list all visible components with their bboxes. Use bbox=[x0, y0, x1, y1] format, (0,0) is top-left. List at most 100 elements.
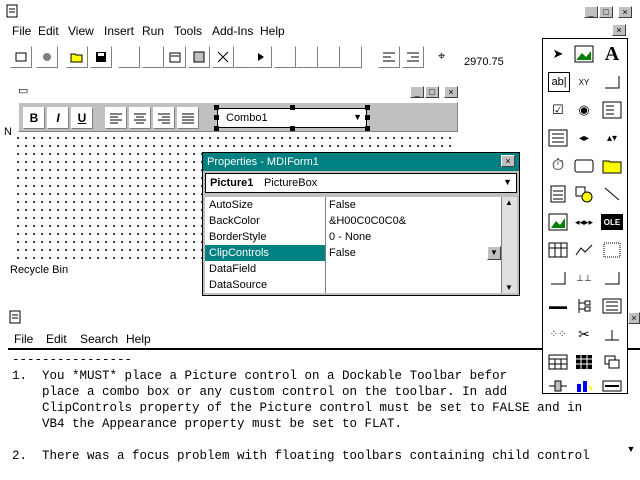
notepad-menu-search[interactable]: Search bbox=[80, 332, 118, 346]
blank-button-5[interactable] bbox=[296, 46, 318, 68]
ole-icon[interactable]: OLE bbox=[601, 214, 623, 230]
combo-dropdown-icon[interactable]: ▼ bbox=[353, 112, 362, 122]
blank-button-1[interactable] bbox=[118, 46, 140, 68]
gauge-icon[interactable] bbox=[599, 265, 625, 291]
menu-addins[interactable]: Add-Ins bbox=[212, 24, 253, 38]
property-row[interactable]: BorderStyle 0 - None bbox=[205, 229, 501, 245]
open-button[interactable] bbox=[66, 46, 88, 68]
frame-icon[interactable]: XY bbox=[571, 69, 597, 95]
form-close-button[interactable]: × bbox=[444, 86, 458, 98]
slider-icon[interactable] bbox=[545, 373, 571, 399]
property-row[interactable]: AutoSize False bbox=[205, 197, 501, 213]
properties-titlebar[interactable]: Properties - MDIForm1 × bbox=[203, 153, 519, 171]
property-row[interactable]: BackColor &H00C0C0C0& bbox=[205, 213, 501, 229]
run-button[interactable] bbox=[250, 46, 272, 68]
step-into-button[interactable] bbox=[378, 46, 400, 68]
toolbar-icon[interactable]: ▬▬ bbox=[545, 293, 571, 319]
properties-button[interactable] bbox=[188, 46, 210, 68]
form-maximize-button[interactable]: □ bbox=[425, 86, 439, 98]
save-button[interactable] bbox=[90, 46, 112, 68]
grid-control-icon[interactable] bbox=[545, 237, 571, 263]
line-icon[interactable] bbox=[599, 181, 625, 207]
align-center-button[interactable] bbox=[129, 107, 151, 129]
picture-box-icon[interactable] bbox=[571, 41, 597, 67]
underline-button[interactable]: U bbox=[71, 107, 93, 129]
align-left-button[interactable] bbox=[105, 107, 127, 129]
dots-icon[interactable]: ⁘⁘ bbox=[545, 321, 571, 347]
menu-editor-button[interactable] bbox=[164, 46, 186, 68]
blank-button-2[interactable] bbox=[142, 46, 164, 68]
stack-icon[interactable] bbox=[599, 349, 625, 375]
menu-tools[interactable]: Tools bbox=[174, 24, 202, 38]
table-icon[interactable] bbox=[571, 349, 597, 375]
drive-list-icon[interactable] bbox=[571, 153, 597, 179]
minimize-button[interactable]: _ bbox=[584, 6, 598, 18]
form-minimize-button[interactable]: _ bbox=[410, 86, 424, 98]
pointer-icon[interactable]: ➤ bbox=[545, 41, 571, 67]
italic-button[interactable]: I bbox=[47, 107, 69, 129]
file-list-icon[interactable] bbox=[545, 181, 571, 207]
notepad-menu-help[interactable]: Help bbox=[126, 332, 151, 346]
shape-icon[interactable] bbox=[571, 181, 597, 207]
recycle-bin-label[interactable]: Recycle Bin bbox=[10, 264, 68, 276]
form-side-close-button[interactable]: × bbox=[628, 312, 640, 324]
align-right-button[interactable] bbox=[153, 107, 175, 129]
menu-help[interactable]: Help bbox=[260, 24, 285, 38]
measure-icon[interactable] bbox=[599, 321, 625, 347]
properties-close-button[interactable]: × bbox=[501, 155, 515, 167]
checkbox-icon[interactable]: ☑ bbox=[545, 97, 571, 123]
graph-icon[interactable] bbox=[571, 237, 597, 263]
property-scrollbar[interactable]: ▲ ▼ bbox=[501, 197, 517, 293]
object-dropdown-icon[interactable]: ▼ bbox=[503, 177, 512, 187]
notepad-scrollbar[interactable]: ▼ bbox=[624, 444, 638, 458]
image-icon[interactable] bbox=[545, 209, 571, 235]
textbox-icon[interactable]: ab| bbox=[548, 72, 570, 92]
new-module-button[interactable] bbox=[36, 46, 58, 68]
property-row[interactable]: DataField bbox=[205, 261, 501, 277]
close-button[interactable]: × bbox=[618, 6, 632, 18]
command-button-icon[interactable] bbox=[599, 69, 625, 95]
sizer-icon[interactable] bbox=[545, 265, 571, 291]
hscroll-icon[interactable]: ◂▸ bbox=[571, 125, 597, 151]
strip-icon[interactable] bbox=[599, 373, 625, 399]
listbox-icon[interactable] bbox=[545, 125, 571, 151]
value-dropdown-icon[interactable]: ▼ bbox=[487, 246, 501, 260]
object-browser-button[interactable] bbox=[212, 46, 234, 68]
new-form-button[interactable] bbox=[10, 46, 32, 68]
property-row-selected[interactable]: ClipControls False ▼ bbox=[205, 245, 501, 261]
maximize-button[interactable]: □ bbox=[599, 6, 613, 18]
calendar-icon[interactable] bbox=[545, 349, 571, 375]
menu-edit[interactable]: Edit bbox=[38, 24, 59, 38]
menu-insert[interactable]: Insert bbox=[104, 24, 134, 38]
spin-icon[interactable]: ⊥⊥ bbox=[571, 265, 597, 291]
notepad-menu-file[interactable]: File bbox=[14, 332, 33, 346]
data-control-icon[interactable]: ◂◂▸▸ bbox=[571, 209, 597, 235]
dir-list-icon[interactable] bbox=[599, 153, 625, 179]
chart-tool-icon[interactable] bbox=[571, 373, 597, 399]
bold-button[interactable]: B bbox=[23, 107, 45, 129]
timer-icon[interactable]: ⏱ bbox=[545, 153, 571, 179]
notepad-menu-edit[interactable]: Edit bbox=[46, 332, 67, 346]
vscroll-icon[interactable]: ▴▾ bbox=[599, 125, 625, 151]
justify-button[interactable] bbox=[177, 107, 199, 129]
menu-run[interactable]: Run bbox=[142, 24, 164, 38]
blank-button-7[interactable] bbox=[340, 46, 362, 68]
tree-icon[interactable] bbox=[571, 293, 597, 319]
scissors-icon[interactable]: ✂ bbox=[571, 321, 597, 347]
property-row[interactable]: DataSource bbox=[205, 277, 501, 293]
blank-button-4[interactable] bbox=[274, 46, 296, 68]
toolbox-close-button[interactable]: × bbox=[612, 24, 626, 36]
menu-file[interactable]: File bbox=[12, 24, 31, 38]
dotted-frame-icon[interactable] bbox=[599, 237, 625, 263]
scroll-up-icon[interactable]: ▲ bbox=[505, 198, 513, 207]
option-button-icon[interactable]: ◉ bbox=[571, 97, 597, 123]
menu-view[interactable]: View bbox=[68, 24, 94, 38]
object-selector[interactable]: Picture1 PictureBox ▼ bbox=[205, 173, 517, 193]
step-over-button[interactable] bbox=[402, 46, 424, 68]
label-icon[interactable]: A bbox=[599, 41, 625, 67]
combo-box[interactable]: Combo1 ▼ bbox=[214, 105, 370, 131]
scroll-down-icon[interactable]: ▼ bbox=[505, 283, 513, 292]
panel-icon[interactable] bbox=[599, 293, 625, 319]
blank-button-6[interactable] bbox=[318, 46, 340, 68]
combo-tool-icon[interactable] bbox=[599, 97, 625, 123]
